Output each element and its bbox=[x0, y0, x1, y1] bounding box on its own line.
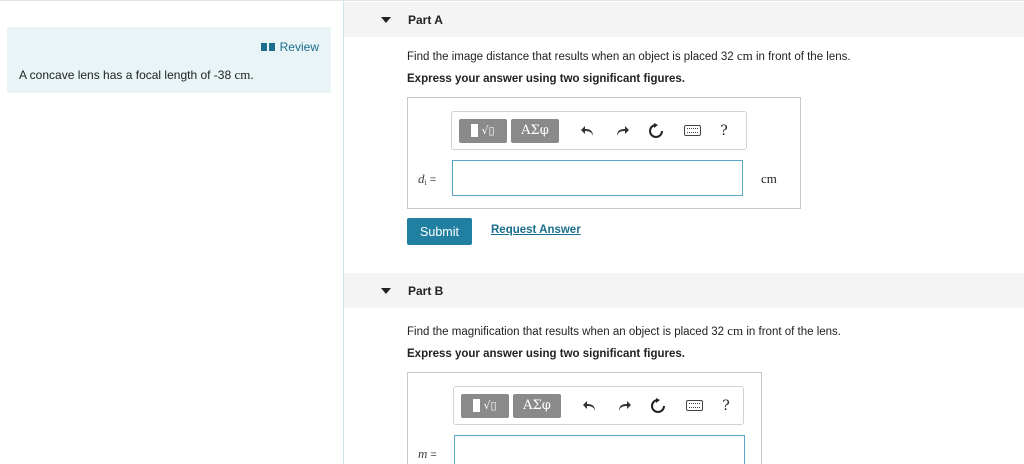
part-b-title: Part B bbox=[408, 283, 444, 298]
redo-button[interactable] bbox=[613, 395, 635, 417]
help-button[interactable]: ? bbox=[715, 395, 737, 417]
part-b-answer-input[interactable] bbox=[454, 435, 745, 464]
templates-button[interactable]: √▯ bbox=[461, 393, 509, 418]
part-b-question-unit: cm bbox=[727, 323, 744, 338]
part-a-answer-box: √▯ ΑΣφ ? di = cm bbox=[407, 97, 801, 209]
part-a-question-post: in front of the lens. bbox=[755, 51, 851, 63]
part-a-question-unit: cm bbox=[736, 48, 753, 63]
templates-button[interactable]: √▯ bbox=[459, 118, 507, 143]
help-button[interactable]: ? bbox=[713, 120, 735, 142]
undo-icon bbox=[583, 400, 595, 411]
collapse-caret-icon[interactable] bbox=[381, 16, 391, 23]
reset-icon bbox=[649, 122, 663, 138]
keyboard-button[interactable] bbox=[683, 395, 705, 417]
part-a-instruction: Express your answer using two significan… bbox=[407, 73, 685, 85]
part-b-instruction: Express your answer using two significan… bbox=[407, 348, 685, 360]
part-a-question-pre: Find the image distance that results whe… bbox=[407, 51, 734, 63]
reset-button[interactable] bbox=[645, 120, 667, 142]
undo-icon bbox=[581, 125, 593, 136]
symbols-button[interactable]: ΑΣφ bbox=[513, 393, 561, 418]
undo-button[interactable] bbox=[577, 120, 599, 142]
redo-button[interactable] bbox=[611, 120, 633, 142]
problem-panel: Review A concave lens has a focal length… bbox=[7, 27, 331, 93]
problem-statement: A concave lens has a focal length of -38… bbox=[19, 67, 254, 83]
redo-icon bbox=[619, 400, 631, 411]
part-a-unit: cm bbox=[761, 171, 777, 186]
keyboard-icon bbox=[683, 125, 701, 136]
part-a-math-toolbar: √▯ ΑΣφ ? bbox=[451, 111, 747, 150]
submit-button[interactable]: Submit bbox=[407, 218, 472, 245]
keyboard-button[interactable] bbox=[681, 120, 703, 142]
problem-unit: cm. bbox=[234, 67, 254, 82]
part-b-question-pre: Find the magnification that results when… bbox=[407, 326, 725, 338]
templates-icon: √▯ bbox=[473, 399, 497, 412]
reset-button[interactable] bbox=[647, 395, 669, 417]
part-a-variable-label: di = bbox=[418, 171, 437, 187]
part-b-header[interactable]: Part B bbox=[344, 273, 1024, 308]
part-b-answer-box: √▯ ΑΣφ ? m = bbox=[407, 372, 762, 464]
panel-divider bbox=[343, 0, 344, 464]
part-b-question: Find the magnification that results when… bbox=[407, 323, 841, 339]
book-icon bbox=[260, 42, 275, 52]
symbols-button[interactable]: ΑΣφ bbox=[511, 118, 559, 143]
part-a-answer-input[interactable] bbox=[452, 160, 743, 196]
part-a-title: Part A bbox=[408, 12, 443, 27]
symbols-icon: ΑΣφ bbox=[521, 123, 549, 138]
part-b-question-post: in front of the lens. bbox=[746, 326, 841, 338]
undo-button[interactable] bbox=[579, 395, 601, 417]
part-a-question: Find the image distance that results whe… bbox=[407, 48, 851, 64]
request-answer-link[interactable]: Request Answer bbox=[491, 224, 581, 236]
help-icon: ? bbox=[720, 122, 728, 139]
review-label: Review bbox=[279, 40, 319, 54]
part-b-math-toolbar: √▯ ΑΣφ ? bbox=[453, 386, 744, 425]
review-link[interactable]: Review bbox=[260, 40, 319, 54]
reset-icon bbox=[651, 397, 665, 413]
keyboard-icon bbox=[685, 400, 703, 411]
problem-text: A concave lens has a focal length of -38 bbox=[19, 68, 232, 82]
templates-icon: √▯ bbox=[471, 124, 495, 137]
redo-icon bbox=[617, 125, 629, 136]
collapse-caret-icon[interactable] bbox=[381, 287, 391, 294]
part-a-header[interactable]: Part A bbox=[344, 2, 1024, 37]
part-b-variable-label: m = bbox=[418, 446, 437, 461]
symbols-icon: ΑΣφ bbox=[523, 398, 551, 413]
help-icon: ? bbox=[722, 397, 730, 414]
